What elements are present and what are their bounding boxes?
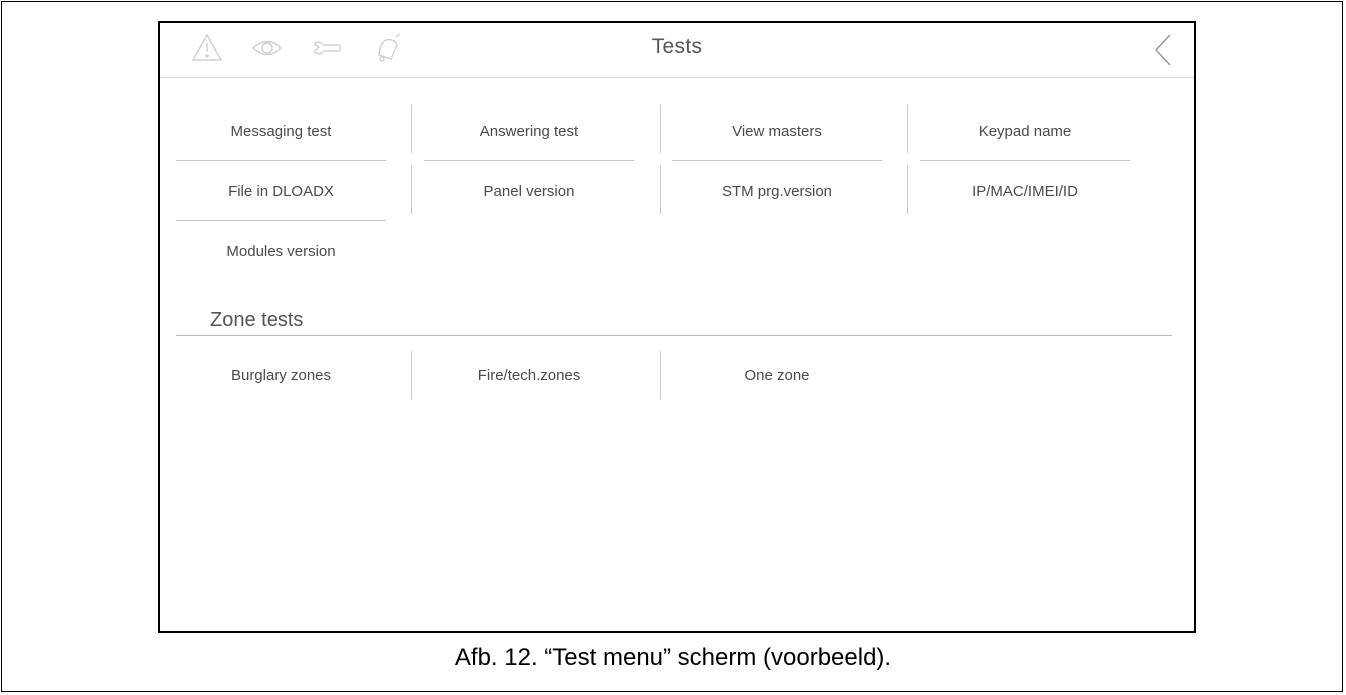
test-messaging[interactable]: Messaging test	[176, 103, 386, 161]
separator	[411, 105, 412, 153]
test-panel-version[interactable]: Panel version	[424, 163, 634, 221]
zone-test-burglary[interactable]: Burglary zones	[176, 347, 386, 405]
separator	[411, 166, 412, 214]
test-view-masters[interactable]: View masters	[672, 103, 882, 161]
top-bar: Tests	[160, 23, 1194, 78]
test-keypad-name[interactable]: Keypad name	[920, 103, 1130, 161]
separator	[907, 166, 908, 214]
test-answering[interactable]: Answering test	[424, 103, 634, 161]
separator	[907, 105, 908, 153]
zone-test-one-zone[interactable]: One zone	[672, 347, 882, 405]
separator	[411, 351, 412, 399]
test-ip-mac-imei-id[interactable]: IP/MAC/IMEI/ID	[920, 163, 1130, 221]
zone-tests-title: Zone tests	[210, 309, 304, 331]
section-divider	[176, 335, 1172, 336]
test-modules-version[interactable]: Modules version	[176, 223, 386, 281]
page-title: Tests	[651, 35, 703, 58]
separator	[660, 105, 661, 153]
keypad-screen: Tests Messaging test Answering test View…	[158, 21, 1196, 633]
test-stm-prg-version[interactable]: STM prg.version	[672, 163, 882, 221]
zone-test-fire-tech[interactable]: Fire/tech.zones	[424, 347, 634, 405]
test-file-in-dloadx[interactable]: File in DLOADX	[176, 163, 386, 221]
separator	[660, 166, 661, 214]
figure-caption: Afb. 12. “Test menu” scherm (voorbeeld).	[454, 644, 892, 671]
separator	[660, 351, 661, 399]
back-button[interactable]	[1150, 31, 1176, 69]
chevron-left-icon	[1154, 34, 1171, 66]
